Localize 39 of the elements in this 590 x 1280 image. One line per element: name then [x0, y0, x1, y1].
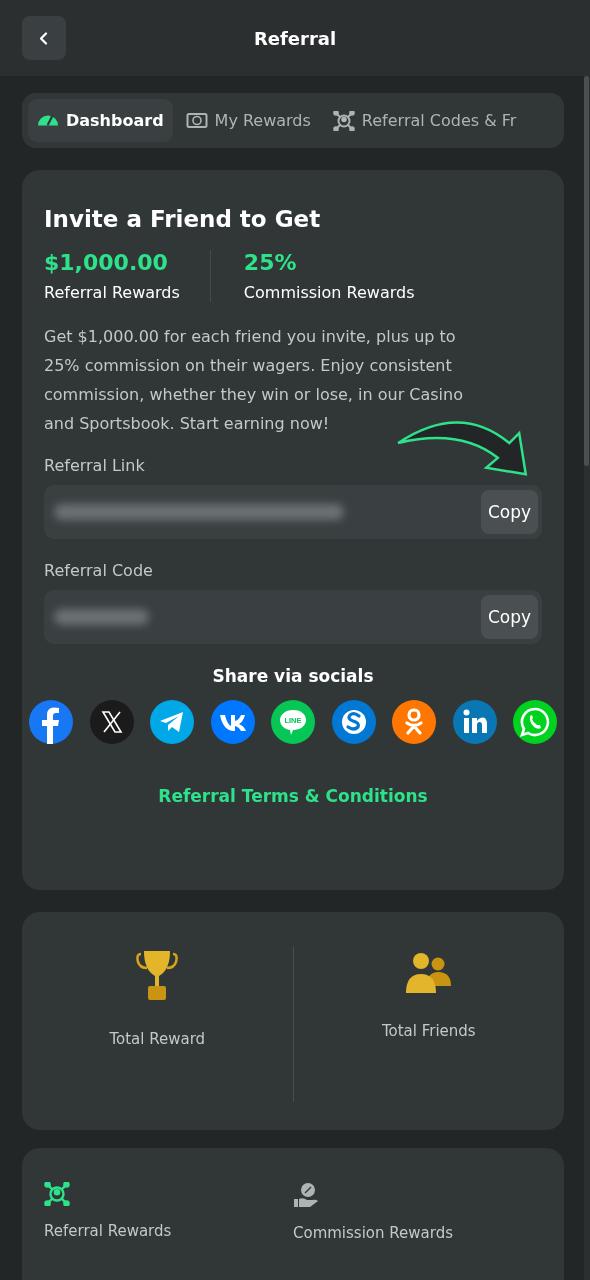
input-field[interactable]: Copy [44, 485, 542, 539]
whatsapp-icon[interactable] [513, 700, 557, 744]
reward-label: Commission Rewards [243, 283, 415, 302]
field-label: Referral Link [44, 456, 146, 475]
scrollbar-thumb[interactable] [584, 76, 589, 466]
copy-button[interactable]: Copy [480, 490, 538, 534]
linkedin-icon[interactable] [452, 700, 497, 744]
telegram-icon[interactable] [150, 700, 194, 744]
reward-label: Referral Rewards [44, 283, 180, 302]
x-icon[interactable] [89, 700, 134, 744]
input-field[interactable]: Copy [44, 590, 542, 644]
gauge-icon [37, 115, 59, 126]
page-title: Referral [253, 27, 337, 49]
reward-tab[interactable]: Referral Rewards [44, 1182, 293, 1240]
tab[interactable]: Referral Codes & Fr [323, 99, 526, 142]
description: Get $1,000.00 for each friend you invite, plus up to 25% commission on their wagers. Enjoy consistent commission, whether they win or lose, in our Casino and Sportsbook. Start earning now! [44, 326, 464, 435]
copy-button[interactable]: Copy [480, 595, 538, 639]
reward-value: $1,000.00 [44, 250, 169, 275]
total-label: Total Reward [109, 1030, 206, 1048]
reward-tab[interactable]: Commission Rewards [293, 1182, 542, 1242]
vk-icon[interactable] [210, 700, 255, 744]
banknote-icon [185, 111, 208, 130]
back-button[interactable] [22, 16, 66, 60]
referral-network-icon [44, 1182, 70, 1206]
facebook-icon[interactable] [29, 700, 73, 744]
share-title: Share via socials [211, 666, 375, 686]
ok-icon[interactable] [392, 700, 436, 744]
reward-value: 25% [243, 250, 298, 275]
chevron-left-icon [40, 31, 48, 45]
tab[interactable]: Dashboard [28, 99, 173, 142]
tab[interactable]: My Rewards [176, 99, 320, 142]
total-label: Total Friends [381, 1022, 476, 1040]
referral-network-icon [332, 110, 355, 131]
trophy-icon [136, 948, 179, 1002]
skype-icon[interactable] [331, 700, 376, 744]
invite-title: Invite a Friend to Get [44, 206, 322, 232]
terms-link[interactable]: Referral Terms & Conditions [158, 786, 428, 806]
hand-coin-icon [293, 1182, 319, 1208]
field-label: Referral Code [44, 561, 154, 580]
